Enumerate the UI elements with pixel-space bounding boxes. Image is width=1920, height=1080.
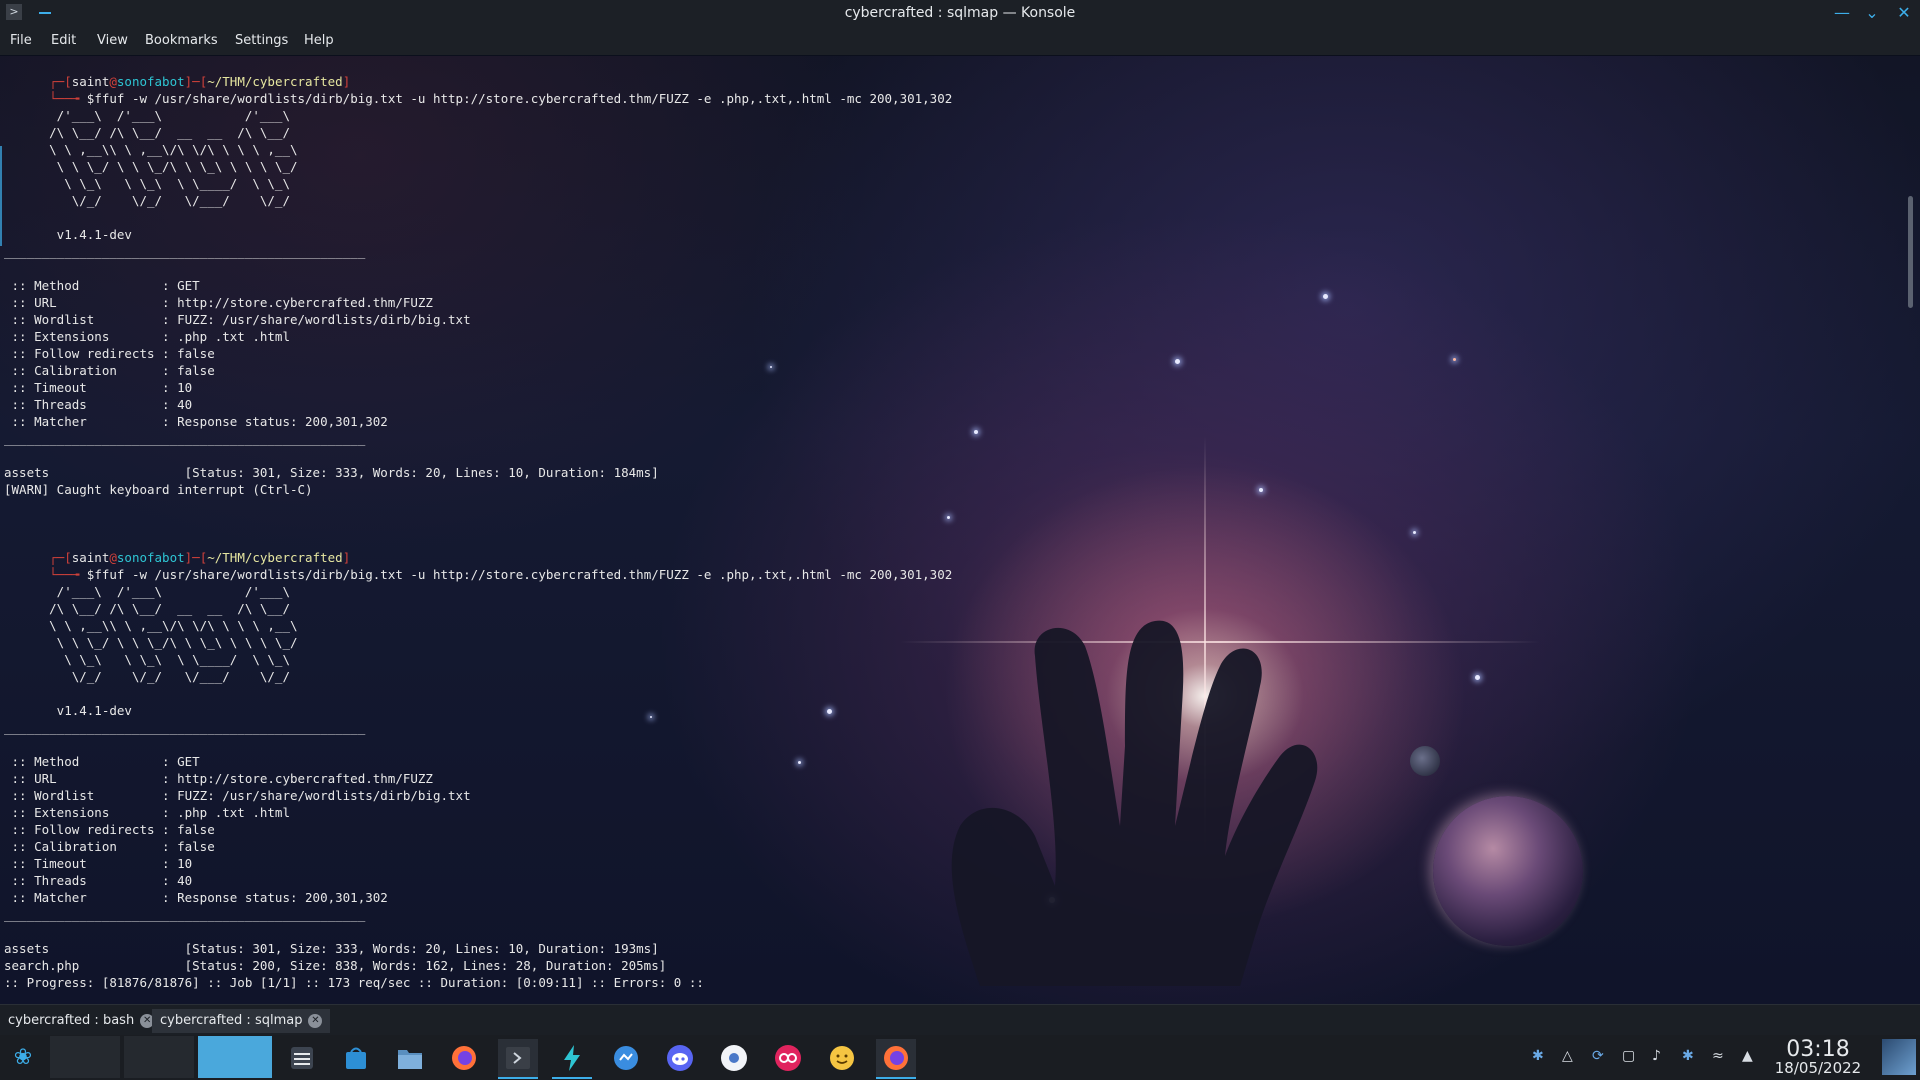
messenger-icon[interactable]	[606, 1039, 646, 1077]
maximize-chevron-icon[interactable]: ⌄	[1862, 3, 1882, 23]
config-line: :: Matcher : Response status: 200,301,30…	[4, 414, 388, 429]
command-text: $ffuf -w /usr/share/wordlists/dirb/big.t…	[86, 567, 953, 582]
minimize-icon[interactable]: —	[1832, 3, 1852, 23]
command-text: $ffuf -w /usr/share/wordlists/dirb/big.t…	[86, 91, 953, 106]
separator-line: ________________________________________…	[4, 244, 366, 259]
config-line: :: Calibration : false	[4, 839, 215, 854]
config-line: :: Follow redirects : false	[4, 822, 215, 837]
volume-icon[interactable]: ♪	[1652, 1048, 1661, 1064]
file-manager-icon[interactable]	[390, 1039, 430, 1077]
sunflower-icon[interactable]	[714, 1039, 754, 1077]
show-desktop-button[interactable]	[1882, 1039, 1916, 1075]
emoji-icon[interactable]	[822, 1039, 862, 1077]
virtual-desktop-2[interactable]	[124, 1036, 194, 1078]
bluetooth-icon[interactable]: ✱	[1532, 1048, 1544, 1064]
config-line: :: Extensions : .php .txt .html	[4, 329, 290, 344]
firefox-icon[interactable]	[444, 1039, 484, 1077]
menu-bookmarks[interactable]: Bookmarks	[145, 33, 218, 48]
config-line: :: Wordlist : FUZZ: /usr/share/wordlists…	[4, 788, 471, 803]
prompt-arrow: └──╼	[49, 567, 87, 582]
config-line: :: Timeout : 10	[4, 380, 193, 395]
scrollbar-thumb[interactable]	[1908, 196, 1913, 308]
config-line: :: Wordlist : FUZZ: /usr/share/wordlists…	[4, 312, 471, 327]
ascii-banner-line: \ \_\ \ \_\ \ \____/ \ \_\	[4, 176, 343, 191]
progress-line: :: Progress: [81876/81876] :: Job [1/1] …	[4, 975, 704, 990]
config-line: :: Method : GET	[4, 754, 200, 769]
application-launcher-icon[interactable]: ❀	[8, 1043, 38, 1073]
config-line: :: Timeout : 10	[4, 856, 193, 871]
ascii-banner-line: /'___\ /'___\ /'___\	[4, 108, 343, 123]
ascii-banner-line: \ \ \_/ \ \ \_/\ \ \_\ \ \ \ \_/	[4, 635, 343, 650]
ascii-banner-line: /\ \__/ /\ \__/ __ __ /\ \__/	[4, 601, 343, 616]
clipboard-icon[interactable]: ▢	[1622, 1048, 1635, 1064]
version-text: v1.4.1-dev	[4, 227, 132, 242]
menu-settings[interactable]: Settings	[235, 33, 288, 48]
firefox-active-icon[interactable]	[876, 1039, 916, 1079]
system-settings-icon[interactable]	[282, 1039, 322, 1077]
result-line: search.php [Status: 200, Size: 838, Word…	[4, 958, 667, 973]
tray-expand-icon[interactable]: ▲	[1742, 1048, 1753, 1064]
ascii-banner-line: \ \_\ \ \_\ \ \____/ \ \_\	[4, 652, 343, 667]
config-line: :: Follow redirects : false	[4, 346, 215, 361]
window-title: cybercrafted : sqlmap — Konsole	[844, 5, 1076, 21]
warn-line: [WARN] Caught keyboard interrupt (Ctrl-C…	[4, 482, 313, 497]
separator-line: ________________________________________…	[4, 720, 366, 735]
menu-help[interactable]: Help	[304, 33, 334, 48]
tab-label: cybercrafted : bash	[8, 1013, 135, 1028]
clock-date[interactable]: 18/05/2022	[1770, 1059, 1866, 1077]
config-line: :: Extensions : .php .txt .html	[4, 805, 290, 820]
sync-icon[interactable]: ⟳	[1592, 1048, 1604, 1064]
config-line: :: Calibration : false	[4, 363, 215, 378]
menu-edit[interactable]: Edit	[51, 33, 76, 48]
config-line: :: Threads : 40	[4, 873, 193, 888]
tab-close-icon[interactable]: ✕	[308, 1013, 323, 1028]
config-line: :: Threads : 40	[4, 397, 193, 412]
window-titlebar: > cybercrafted : sqlmap — Konsole — ⌄ ✕	[0, 0, 1920, 27]
tab-bash[interactable]: cybercrafted : bash ✕	[0, 1009, 162, 1033]
ascii-banner-line: /'___\ /'___\ /'___\	[4, 584, 343, 599]
konsole-icon[interactable]	[498, 1039, 538, 1079]
result-line: assets [Status: 301, Size: 333, Words: 2…	[4, 465, 659, 480]
bolt-app-icon[interactable]	[552, 1039, 592, 1079]
selection-marker	[0, 146, 2, 246]
store-icon[interactable]	[336, 1039, 376, 1077]
prompt-arrow: └──╼	[49, 91, 87, 106]
ascii-banner-line: /\ \__/ /\ \__/ __ __ /\ \__/	[4, 125, 343, 140]
version-text: v1.4.1-dev	[4, 703, 132, 718]
terminal-view[interactable]: ┌─[saint@sonofabot]─[~/THM/cybercrafted]…	[0, 56, 1906, 1004]
ascii-banner-line: \ \ \_/ \ \ \_/\ \ \_\ \ \ \ \_/	[4, 159, 343, 174]
terminal-scrollbar[interactable]	[1906, 56, 1916, 1004]
menu-bar: File Edit View Bookmarks Settings Help	[0, 27, 1920, 55]
notifications-icon[interactable]: △	[1562, 1048, 1573, 1064]
discord-icon[interactable]	[660, 1039, 700, 1077]
config-line: :: Method : GET	[4, 278, 200, 293]
separator-line: ________________________________________…	[4, 431, 366, 446]
ascii-banner-line: \ \ ,__\\ \ ,__\/\ \/\ \ \ \ ,__\	[4, 618, 343, 633]
tab-label: cybercrafted : sqlmap	[160, 1013, 303, 1028]
taskbar-panel: ❀ ✱ △ ⟳ ▢ ♪ ✱ ≈ ▲ 03:18 18/05/2022	[0, 1035, 1920, 1080]
virtual-desktop-1[interactable]	[50, 1036, 120, 1078]
virtual-desktop-3-active[interactable]	[198, 1036, 272, 1078]
konsole-tab-bar: cybercrafted : bash ✕ cybercrafted : sqlm…	[0, 1004, 1920, 1035]
menu-file[interactable]: File	[10, 33, 32, 48]
result-line: assets [Status: 301, Size: 333, Words: 2…	[4, 941, 659, 956]
separator-line: ________________________________________…	[4, 907, 366, 922]
ascii-banner-line: \/_/ \/_/ \/___/ \/_/	[4, 193, 343, 208]
menu-view[interactable]: View	[97, 33, 128, 48]
config-line: :: URL : http://store.cybercrafted.thm/F…	[4, 295, 433, 310]
config-line: :: URL : http://store.cybercrafted.thm/F…	[4, 771, 433, 786]
ascii-banner-line: \ \ ,__\\ \ ,__\/\ \/\ \ \ \ ,__\	[4, 142, 343, 157]
wifi-icon[interactable]: ≈	[1712, 1048, 1724, 1064]
flickr-icon[interactable]	[768, 1039, 808, 1077]
ascii-banner-line: \/_/ \/_/ \/___/ \/_/	[4, 669, 343, 684]
close-icon[interactable]: ✕	[1894, 3, 1914, 23]
bluetooth-status-icon[interactable]: ✱	[1682, 1048, 1694, 1064]
tab-sqlmap[interactable]: cybercrafted : sqlmap ✕	[152, 1009, 331, 1033]
config-line: :: Matcher : Response status: 200,301,30…	[4, 890, 388, 905]
